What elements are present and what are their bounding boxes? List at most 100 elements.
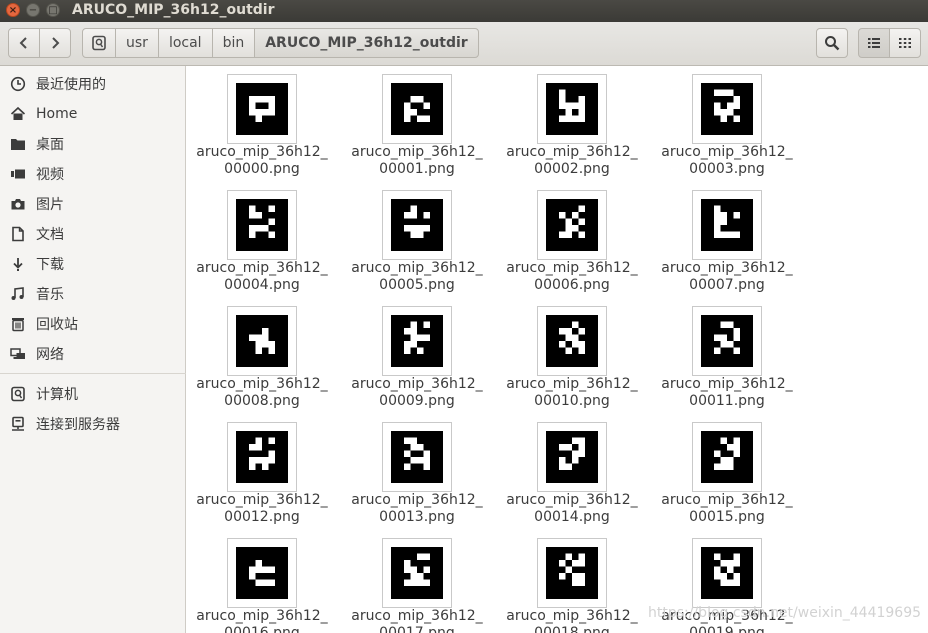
file-name: aruco_mip_36h12_ 00014.png bbox=[497, 492, 647, 526]
file-name-line2: 00001.png bbox=[379, 161, 455, 177]
close-icon: × bbox=[8, 5, 18, 16]
breadcrumb-local[interactable]: local bbox=[157, 28, 213, 58]
file-name-line1: aruco_mip_36h12_ bbox=[196, 260, 328, 276]
minimize-window-button[interactable]: − bbox=[26, 3, 40, 17]
file-item[interactable]: aruco_mip_36h12_ 00005.png bbox=[342, 182, 492, 298]
file-item[interactable]: aruco_mip_36h12_ 00010.png bbox=[497, 298, 647, 414]
sidebar-item-videos[interactable]: 视频 bbox=[0, 160, 186, 188]
drive-icon bbox=[10, 386, 26, 402]
file-name: aruco_mip_36h12_ 00003.png bbox=[652, 144, 802, 178]
file-item[interactable]: aruco_mip_36h12_ 00012.png bbox=[187, 414, 337, 530]
aruco-marker-thumbnail bbox=[692, 422, 762, 492]
sidebar-item-recent[interactable]: 最近使用的 bbox=[0, 70, 186, 98]
file-item[interactable]: aruco_mip_36h12_ 00014.png bbox=[497, 414, 647, 530]
file-item[interactable]: aruco_mip_36h12_ 00009.png bbox=[342, 298, 492, 414]
sidebar-item-computer[interactable]: 计算机 bbox=[0, 380, 186, 408]
sidebar-item-network[interactable]: 网络 bbox=[0, 340, 186, 368]
sidebar-item-label: 回收站 bbox=[36, 317, 78, 333]
file-name-line2: 00012.png bbox=[224, 509, 300, 525]
file-name-line1: aruco_mip_36h12_ bbox=[506, 260, 638, 276]
breadcrumb-current-folder[interactable]: ARUCO_MIP_36h12_outdir bbox=[254, 28, 479, 58]
sidebar: 最近使用的 Home 桌面 视频 图片 文档 下载 音乐 回收站 网络 计算机 bbox=[0, 66, 186, 633]
file-item[interactable]: aruco_mip_36h12_ 00002.png bbox=[497, 66, 647, 182]
file-name-line2: 00018.png bbox=[534, 625, 610, 633]
file-name-line1: aruco_mip_36h12_ bbox=[661, 144, 793, 160]
close-window-button[interactable]: × bbox=[6, 3, 20, 17]
file-name-line2: 00002.png bbox=[534, 161, 610, 177]
file-item[interactable]: aruco_mip_36h12_ 00007.png bbox=[652, 182, 802, 298]
grid-view-icon bbox=[899, 38, 911, 48]
sidebar-item-label: 计算机 bbox=[36, 387, 78, 403]
sidebar-item-desktop[interactable]: 桌面 bbox=[0, 130, 186, 158]
file-name-line2: 00015.png bbox=[689, 509, 765, 525]
search-button[interactable] bbox=[816, 28, 848, 58]
file-name-line1: aruco_mip_36h12_ bbox=[661, 260, 793, 276]
file-name-line1: aruco_mip_36h12_ bbox=[661, 492, 793, 508]
file-name-line1: aruco_mip_36h12_ bbox=[351, 260, 483, 276]
file-name-line1: aruco_mip_36h12_ bbox=[506, 492, 638, 508]
file-name-line1: aruco_mip_36h12_ bbox=[661, 376, 793, 392]
grid-view-button[interactable] bbox=[889, 28, 921, 58]
sidebar-item-home[interactable]: Home bbox=[0, 100, 186, 128]
back-button[interactable] bbox=[8, 28, 40, 58]
file-item[interactable]: aruco_mip_36h12_ 00008.png bbox=[187, 298, 337, 414]
file-item[interactable]: aruco_mip_36h12_ 00016.png bbox=[187, 530, 337, 633]
download-icon bbox=[10, 256, 26, 272]
file-name: aruco_mip_36h12_ 00000.png bbox=[187, 144, 337, 178]
file-item[interactable]: aruco_mip_36h12_ 00004.png bbox=[187, 182, 337, 298]
file-item[interactable]: aruco_mip_36h12_ 00006.png bbox=[497, 182, 647, 298]
aruco-marker-thumbnail bbox=[537, 190, 607, 260]
file-item[interactable]: aruco_mip_36h12_ 00013.png bbox=[342, 414, 492, 530]
file-name: aruco_mip_36h12_ 00004.png bbox=[187, 260, 337, 294]
aruco-marker-thumbnail bbox=[382, 74, 452, 144]
file-name: aruco_mip_36h12_ 00007.png bbox=[652, 260, 802, 294]
breadcrumb-usr[interactable]: usr bbox=[115, 28, 159, 58]
sidebar-item-documents[interactable]: 文档 bbox=[0, 220, 186, 248]
file-item[interactable]: aruco_mip_36h12_ 00017.png bbox=[342, 530, 492, 633]
clock-icon bbox=[10, 76, 26, 92]
aruco-marker-thumbnail bbox=[227, 190, 297, 260]
folder-icon bbox=[10, 136, 26, 152]
list-view-button[interactable] bbox=[858, 28, 890, 58]
file-name-line2: 00000.png bbox=[224, 161, 300, 177]
maximize-window-button[interactable]: □ bbox=[46, 3, 60, 17]
file-name: aruco_mip_36h12_ 00017.png bbox=[342, 608, 492, 633]
sidebar-item-downloads[interactable]: 下载 bbox=[0, 250, 186, 278]
file-name-line1: aruco_mip_36h12_ bbox=[351, 608, 483, 624]
sidebar-item-connect-to-server[interactable]: 连接到服务器 bbox=[0, 410, 186, 438]
toggle-location-button[interactable] bbox=[82, 28, 116, 58]
file-name-line1: aruco_mip_36h12_ bbox=[351, 144, 483, 160]
aruco-marker-thumbnail bbox=[692, 306, 762, 376]
file-item[interactable]: aruco_mip_36h12_ 00000.png bbox=[187, 66, 337, 182]
file-item[interactable]: aruco_mip_36h12_ 00011.png bbox=[652, 298, 802, 414]
breadcrumb: usr local bin ARUCO_MIP_36h12_outdir bbox=[82, 28, 479, 58]
file-name: aruco_mip_36h12_ 00018.png bbox=[497, 608, 647, 633]
chevron-left-icon bbox=[19, 37, 27, 49]
file-name: aruco_mip_36h12_ 00005.png bbox=[342, 260, 492, 294]
file-name: aruco_mip_36h12_ 00013.png bbox=[342, 492, 492, 526]
file-name-line2: 00016.png bbox=[224, 625, 300, 633]
aruco-marker-thumbnail bbox=[537, 538, 607, 608]
sidebar-item-label: 桌面 bbox=[36, 137, 64, 153]
sidebar-item-trash[interactable]: 回收站 bbox=[0, 310, 186, 338]
sidebar-divider bbox=[0, 373, 186, 374]
sidebar-item-pictures[interactable]: 图片 bbox=[0, 190, 186, 218]
file-name-line1: aruco_mip_36h12_ bbox=[196, 144, 328, 160]
file-name-line2: 00014.png bbox=[534, 509, 610, 525]
camera-icon bbox=[10, 196, 26, 212]
forward-button[interactable] bbox=[39, 28, 71, 58]
file-item[interactable]: aruco_mip_36h12_ 00003.png bbox=[652, 66, 802, 182]
sidebar-item-label: 网络 bbox=[36, 347, 64, 363]
file-name-line1: aruco_mip_36h12_ bbox=[506, 144, 638, 160]
server-icon bbox=[10, 416, 26, 432]
file-item[interactable]: aruco_mip_36h12_ 00001.png bbox=[342, 66, 492, 182]
sidebar-item-label: Home bbox=[36, 106, 78, 122]
file-item[interactable]: aruco_mip_36h12_ 00015.png bbox=[652, 414, 802, 530]
sidebar-item-music[interactable]: 音乐 bbox=[0, 280, 186, 308]
file-name-line2: 00006.png bbox=[534, 277, 610, 293]
file-name-line2: 00007.png bbox=[689, 277, 765, 293]
breadcrumb-bin[interactable]: bin bbox=[211, 28, 256, 58]
maximize-icon: □ bbox=[48, 5, 58, 16]
file-name: aruco_mip_36h12_ 00010.png bbox=[497, 376, 647, 410]
file-item[interactable]: aruco_mip_36h12_ 00018.png bbox=[497, 530, 647, 633]
